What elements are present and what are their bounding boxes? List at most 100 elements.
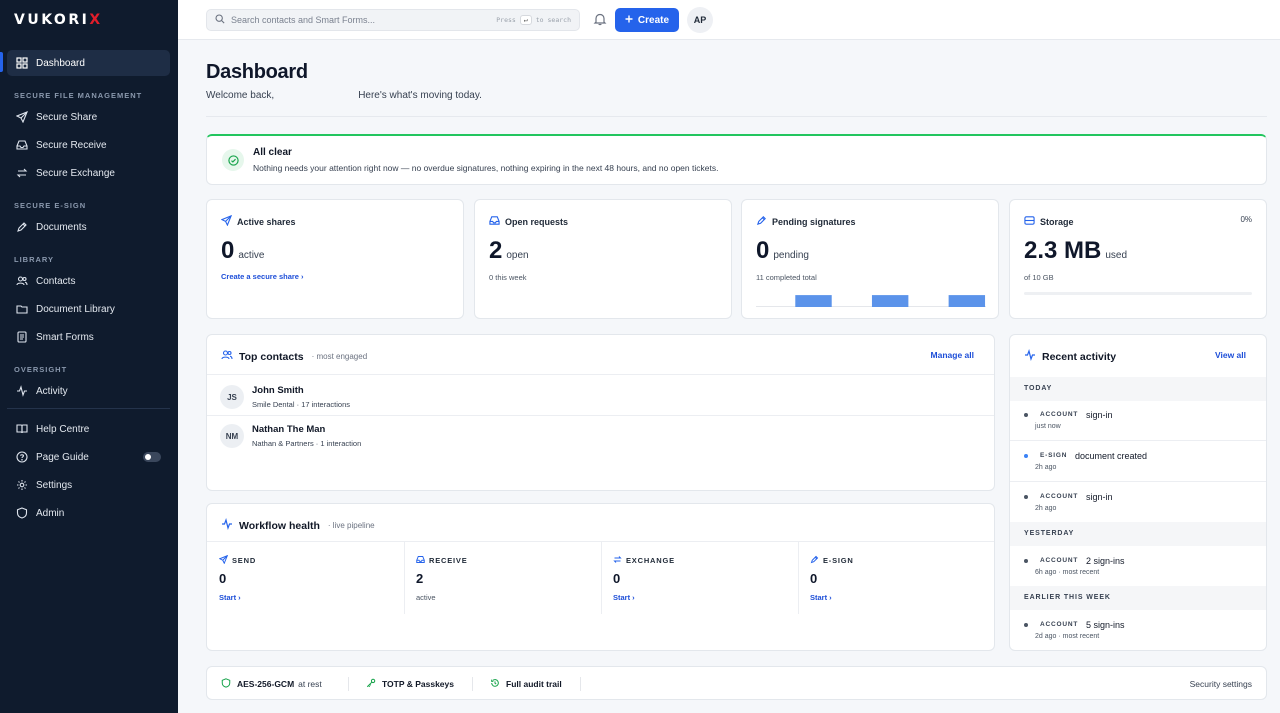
- sidebar-item-secure-share[interactable]: Secure Share: [7, 104, 170, 130]
- divider: [348, 677, 349, 691]
- grid-icon: [16, 57, 28, 69]
- manage-all-link[interactable]: Manage all: [931, 350, 974, 360]
- search-input[interactable]: [231, 15, 481, 25]
- divider: [1010, 481, 1266, 482]
- workflow-label: SEND: [218, 554, 256, 566]
- activity-text: 5 sign-ins: [1086, 620, 1125, 630]
- create-button-label: Create: [637, 14, 670, 26]
- encryption-badge: AES-256-GCM at rest: [221, 678, 322, 690]
- start-esign-link[interactable]: Start ›: [810, 593, 832, 602]
- brand-logo[interactable]: VUKORIX: [14, 12, 103, 28]
- sidebar-item-label: Documents: [36, 221, 87, 233]
- status-dot: [1024, 623, 1028, 627]
- contact-name: John Smith: [252, 385, 304, 396]
- create-secure-share-link[interactable]: Create a secure share ›: [221, 272, 304, 281]
- search-icon: [215, 11, 225, 29]
- stat-storage[interactable]: Storage 0% 2.3 MB used of 10 GB: [1009, 199, 1267, 319]
- welcome-text: Welcome back, Here's what's moving today…: [206, 90, 482, 101]
- sparkline-bar: [948, 295, 986, 307]
- contact-meta: Smile Dental · 17 interactions: [252, 400, 350, 409]
- stat-value: 0 pending: [756, 237, 809, 264]
- workflow-value: 2: [416, 571, 424, 586]
- help-circle-icon: [16, 451, 28, 463]
- section-label-file-management: SECURE FILE MANAGEMENT: [14, 91, 143, 100]
- exchange-icon: [613, 555, 626, 566]
- pen-icon: [16, 221, 28, 233]
- sidebar-item-help-centre[interactable]: Help Centre: [7, 416, 170, 442]
- stat-pending-signatures[interactable]: Pending signatures 0 pending 11 completed…: [741, 199, 999, 319]
- contact-row[interactable]: NM Nathan The Man Nathan & Partners · 1 …: [207, 415, 994, 455]
- contact-row[interactable]: JS John Smith Smile Dental · 17 interact…: [207, 376, 994, 416]
- sidebar-item-secure-receive[interactable]: Secure Receive: [7, 132, 170, 158]
- divider: [472, 677, 473, 691]
- stat-header: Pending signatures: [756, 215, 856, 228]
- sidebar-item-settings[interactable]: Settings: [7, 472, 170, 498]
- users-icon: [16, 275, 28, 287]
- sidebar-item-label: Activity: [36, 385, 68, 397]
- sidebar-item-document-library[interactable]: Document Library: [7, 296, 170, 322]
- activity-category: ACCOUNT: [1040, 621, 1079, 628]
- storage-progress: [1024, 292, 1252, 295]
- create-button[interactable]: Create: [615, 8, 679, 32]
- start-send-link[interactable]: Start ›: [219, 593, 241, 602]
- workflow-label: EXCHANGE: [613, 555, 675, 566]
- workflow-receive: RECEIVE 2 active: [404, 542, 601, 614]
- pen-icon: [756, 215, 772, 228]
- workflow-label: RECEIVE: [416, 555, 468, 566]
- activity-text: document created: [1075, 451, 1148, 461]
- section-label-library: LIBRARY: [14, 255, 55, 264]
- pen-icon: [810, 555, 823, 566]
- inbox-icon: [16, 139, 28, 151]
- stat-open-requests[interactable]: Open requests 2 open 0 this week: [474, 199, 732, 319]
- sidebar-item-secure-exchange[interactable]: Secure Exchange: [7, 160, 170, 186]
- stat-active-shares[interactable]: Active shares 0 active Create a secure sh…: [206, 199, 464, 319]
- activity-icon: [16, 385, 28, 397]
- sidebar-item-admin[interactable]: Admin: [7, 500, 170, 526]
- gear-icon: [16, 479, 28, 491]
- start-exchange-link[interactable]: Start ›: [613, 593, 635, 602]
- section-label-oversight: OVERSIGHT: [14, 365, 68, 374]
- sidebar-item-page-guide[interactable]: Page Guide: [7, 444, 170, 470]
- activity-time: just now: [1035, 423, 1061, 430]
- user-avatar[interactable]: AP: [687, 7, 713, 33]
- users-icon: [221, 349, 239, 364]
- sidebar-item-label: Admin: [36, 507, 65, 519]
- sparkline-bar: [795, 295, 832, 307]
- activity-group-earlier: EARLIER THIS WEEK: [1010, 586, 1266, 610]
- banner-message: Nothing needs your attention right now —…: [253, 163, 719, 173]
- sidebar-item-dashboard[interactable]: Dashboard: [7, 50, 170, 76]
- workflow-value: 0: [219, 571, 227, 586]
- security-settings-link[interactable]: Security settings: [1190, 679, 1252, 689]
- database-icon: [1024, 215, 1040, 228]
- page-guide-toggle[interactable]: [143, 452, 161, 462]
- signature-sparkline: [756, 295, 986, 307]
- workflow-esign: E-SIGN 0 Start ›: [798, 542, 995, 614]
- activity-item[interactable]: E-SIGN document created 2h ago: [1010, 443, 1266, 483]
- sidebar-item-documents[interactable]: Documents: [7, 214, 170, 240]
- sidebar-item-smart-forms[interactable]: Smart Forms: [7, 324, 170, 350]
- contact-name: Nathan The Man: [252, 424, 326, 435]
- bell-icon[interactable]: [593, 12, 607, 26]
- card-header: Top contacts · most engaged: [221, 349, 367, 364]
- search-box[interactable]: Press ↵ to search: [206, 9, 580, 31]
- check-circle-icon: [222, 149, 244, 171]
- workflow-exchange: EXCHANGE 0 Start ›: [601, 542, 798, 614]
- stat-value: 0 active: [221, 237, 265, 264]
- plus-icon: [625, 15, 633, 26]
- activity-item[interactable]: ACCOUNT sign-in just now: [1010, 402, 1266, 442]
- stat-header: Storage: [1024, 215, 1074, 228]
- workflow-label: E-SIGN: [810, 555, 854, 566]
- activity-text: sign-in: [1086, 492, 1113, 502]
- card-header: Recent activity: [1024, 348, 1116, 364]
- activity-item[interactable]: ACCOUNT sign-in 2h ago: [1010, 484, 1266, 524]
- activity-item[interactable]: ACCOUNT 2 sign-ins 6h ago · most recent: [1010, 548, 1266, 588]
- sidebar-item-label: Help Centre: [36, 423, 90, 435]
- all-clear-banner: All clear Nothing needs your attention r…: [206, 134, 1267, 185]
- view-all-link[interactable]: View all: [1215, 350, 1246, 360]
- shield-icon: [221, 678, 237, 690]
- sidebar-item-activity[interactable]: Activity: [7, 378, 170, 404]
- workflow-send: SEND 0 Start ›: [207, 542, 404, 614]
- sidebar-item-contacts[interactable]: Contacts: [7, 268, 170, 294]
- activity-item[interactable]: ACCOUNT 5 sign-ins 2d ago · most recent: [1010, 612, 1266, 650]
- section-label-esign: SECURE E-SIGN: [14, 201, 87, 210]
